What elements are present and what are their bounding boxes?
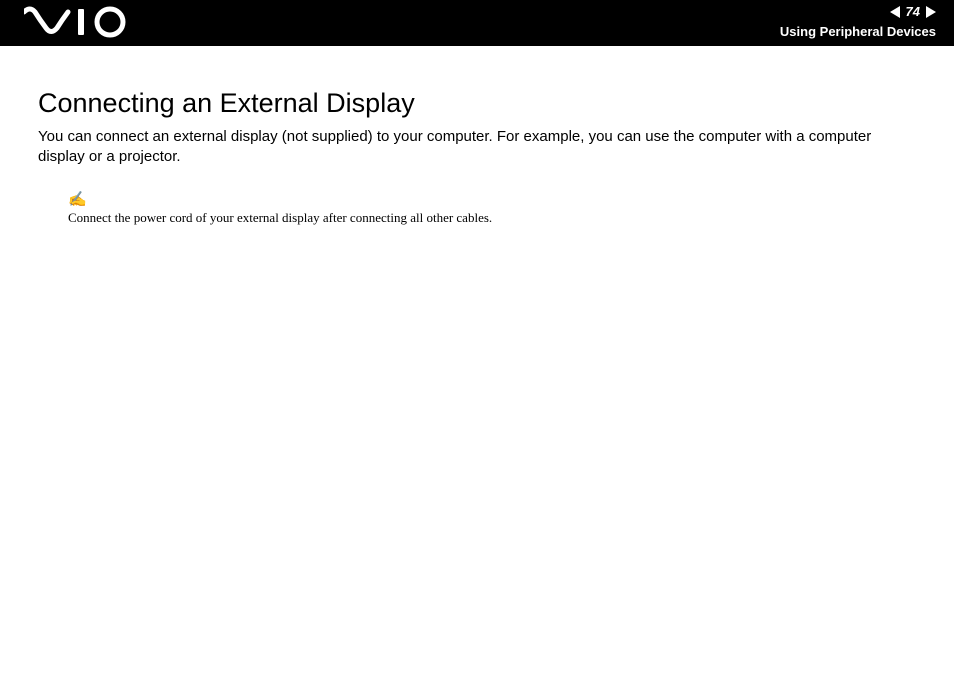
page-title: Connecting an External Display: [38, 86, 916, 121]
prev-page-arrow-icon[interactable]: [890, 6, 900, 18]
next-page-arrow-icon[interactable]: [926, 6, 936, 18]
pencil-note-icon: ✍: [68, 192, 916, 207]
note-text: Connect the power cord of your external …: [68, 210, 492, 225]
page-content: Connecting an External Display You can c…: [0, 46, 954, 227]
vaio-logo: [24, 6, 134, 38]
body-paragraph: You can connect an external display (not…: [38, 127, 916, 168]
page-number: 74: [906, 4, 920, 19]
section-title-link[interactable]: Using Peripheral Devices: [780, 24, 936, 39]
page-header: 74 Using Peripheral Devices: [0, 0, 954, 46]
vaio-logo-icon: [24, 6, 134, 38]
page-navigation: 74: [890, 4, 936, 19]
note-block: ✍ Connect the power cord of your externa…: [68, 192, 916, 227]
